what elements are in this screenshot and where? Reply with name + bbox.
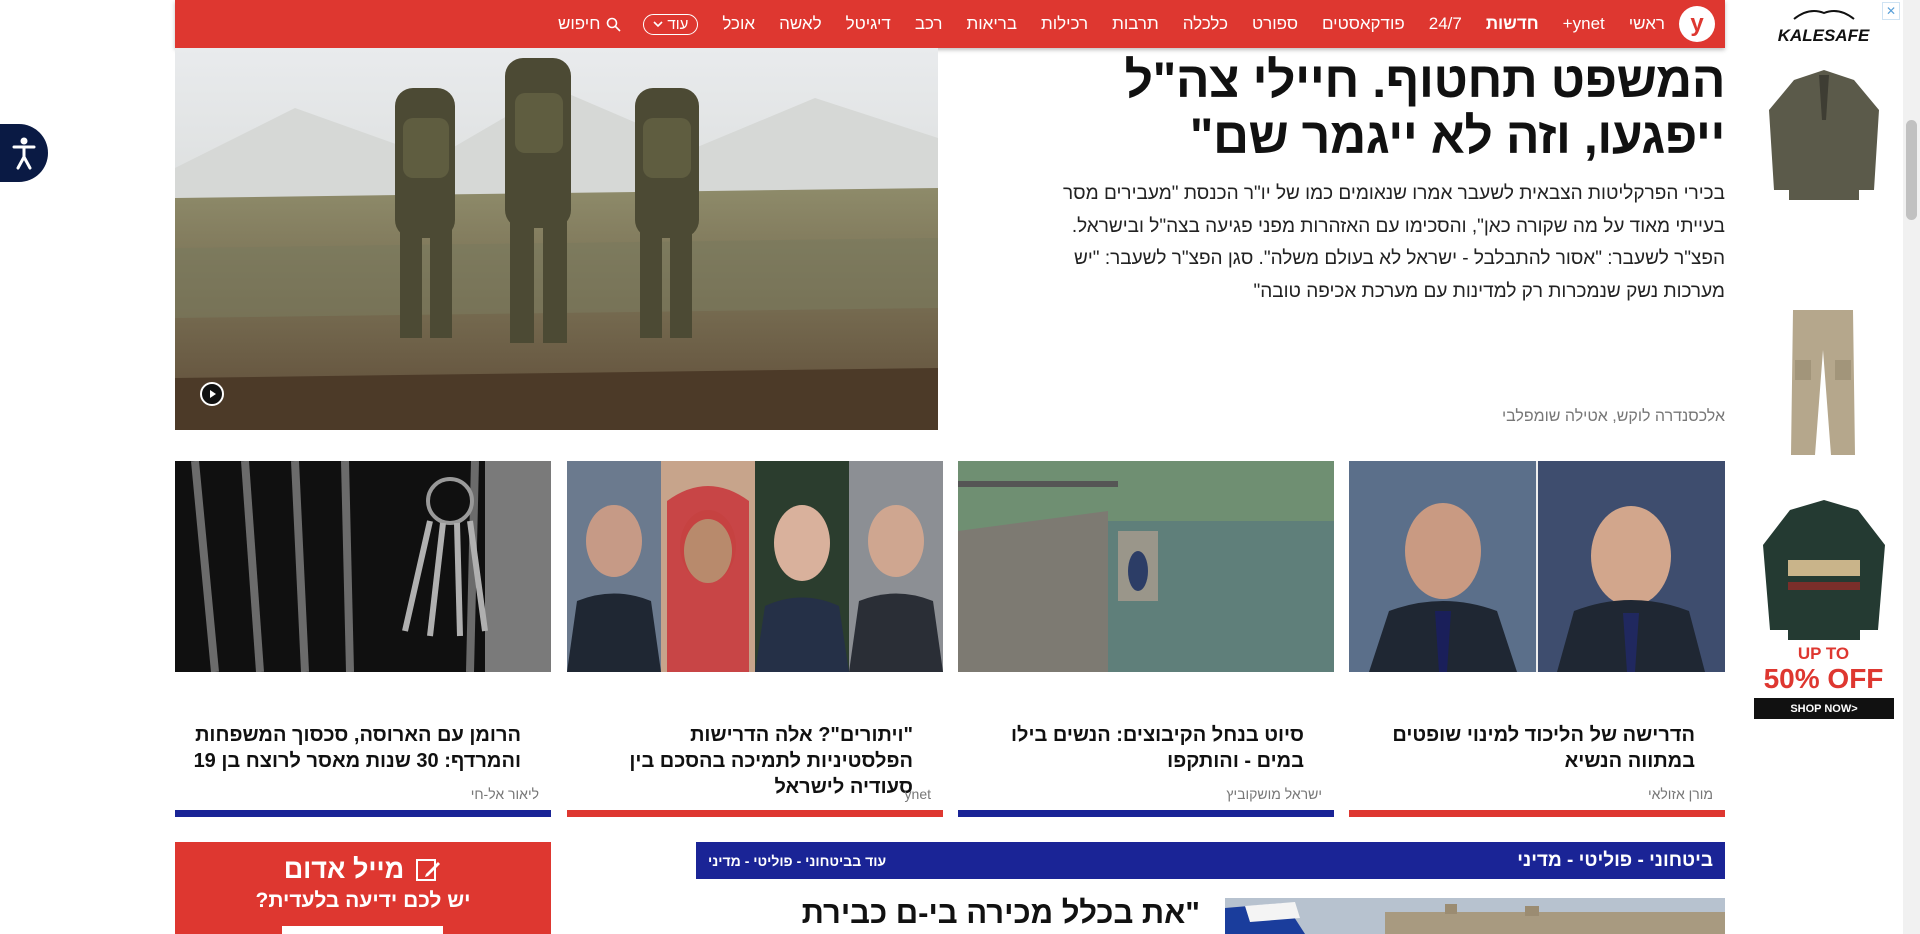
ad-banner[interactable]: ✕ KALESAFE UP TO 50% OFF SHOP NOW>	[1745, 0, 1902, 934]
article-card[interactable]: "ויתורים"? אלה הדרישות הפלסטיניות לתמיכה…	[567, 461, 943, 817]
card-title[interactable]: "ויתורים"? אלה הדרישות הפלסטיניות לתמיכה…	[579, 722, 913, 798]
card-accent-bar	[567, 810, 943, 817]
nav-item-digital[interactable]: דיגיטל	[846, 14, 891, 34]
card-title[interactable]: סיוט בנחל הקיבוצים: הנשים בילו במים - וה…	[970, 722, 1304, 774]
card-image	[567, 461, 943, 672]
card-author: ישראל מושקוביץ	[1226, 786, 1322, 802]
leaders-collage-photo	[567, 461, 943, 672]
nav-item-women[interactable]: לאשה	[779, 14, 822, 34]
edit-note-icon	[416, 858, 441, 881]
accessibility-icon	[12, 137, 36, 170]
nav-search-button[interactable]: חיפוש	[558, 14, 621, 34]
card-accent-bar	[958, 810, 1334, 817]
stream-photo	[958, 461, 1334, 672]
section-title[interactable]: ביטחוני - פוליטי - מדיני	[1517, 850, 1713, 872]
article-card[interactable]: סיוט בנחל הקיבוצים: הנשים בילו במים - וה…	[958, 461, 1334, 817]
ad-pants-image	[1791, 310, 1855, 455]
hero-image[interactable]	[175, 48, 938, 430]
ad-sweater-image	[1763, 500, 1885, 640]
ad-promo: UP TO 50% OFF	[1745, 644, 1902, 694]
nav-item-ynet-plus[interactable]: ynet+	[1563, 14, 1605, 34]
card-author: ליאור אל-חי	[470, 786, 539, 802]
section-more-link[interactable]: עוד בביטחוני - פוליטי - מדיני	[708, 853, 886, 869]
card-author: מורן אזולאי	[1647, 786, 1713, 802]
ynet-logo[interactable]: y	[1679, 6, 1715, 42]
ad-brand: KALESAFE	[1745, 6, 1902, 46]
nav-item-24-7[interactable]: 24/7	[1429, 14, 1462, 34]
hero-headline[interactable]: המשפט תחטוף. חיילי צה"ל ייפגעו, וזה לא י…	[1055, 52, 1726, 164]
scrollbar-thumb[interactable]	[1906, 120, 1917, 220]
nav-item-health[interactable]: בריאות	[966, 14, 1017, 34]
section-image[interactable]	[1225, 898, 1725, 934]
red-mail-button[interactable]	[282, 926, 443, 934]
nav-item-home[interactable]: ראשי	[1629, 14, 1665, 34]
red-mail-subtitle: יש לכם ידיעה בלעדית?	[255, 889, 471, 912]
ad-shop-now-button[interactable]: SHOP NOW>	[1754, 698, 1894, 719]
accessibility-button[interactable]	[0, 124, 48, 182]
ad-promo-line1: UP TO	[1797, 644, 1850, 663]
article-card[interactable]: הרומן עם הארוסה, סכסוך המשפחות והמרדף: 3…	[175, 461, 551, 817]
prison-keys-photo	[175, 461, 551, 672]
nav-item-news[interactable]: חדשות	[1486, 14, 1539, 34]
section-header: ביטחוני - פוליטי - מדיני עוד בביטחוני - …	[696, 842, 1725, 879]
hero-author: אלכסנדרה לוקש, אטילה שומפלבי	[1501, 408, 1725, 425]
nav-item-podcasts[interactable]: פודקאסטים	[1322, 14, 1405, 34]
card-title[interactable]: הרומן עם הארוסה, סכסוך המשפחות והמרדף: 3…	[187, 722, 521, 774]
hero-article: המשפט תחטוף. חיילי צה"ל ייפגעו, וזה לא י…	[1055, 52, 1725, 308]
ad-promo-line2: 50% OFF	[1763, 663, 1884, 694]
ad-brand-name: KALESAFE	[1777, 26, 1870, 45]
nav-item-cars[interactable]: רכב	[915, 14, 943, 34]
nav-item-gossip[interactable]: רכילות	[1041, 14, 1088, 34]
nav-item-food[interactable]: אוכל	[722, 14, 755, 34]
nav-more-button[interactable]: עוד	[643, 13, 699, 35]
card-accent-bar	[1349, 810, 1725, 817]
card-title[interactable]: הדרישה של הליכוד למינוי שופטים במתווה הנ…	[1361, 722, 1695, 774]
red-mail-box[interactable]: מייל אדום יש לכם ידיעה בלעדית?	[175, 842, 551, 934]
hero-subtitle[interactable]: בכירי הפרקליטות הצבאית לשעבר אמרו שנאומי…	[1055, 178, 1725, 308]
play-icon	[210, 390, 216, 398]
chevron-down-icon	[653, 21, 663, 28]
motorcycle-logo-icon	[1792, 10, 1855, 20]
video-play-button[interactable]	[200, 382, 224, 406]
red-mail-title-row: מייל אדום	[175, 854, 551, 885]
top-nav-bar: y ראשי ynet+ חדשות 24/7 פודקאסטים ספורט …	[175, 0, 1725, 48]
nav-item-economy[interactable]: כלכלה	[1183, 14, 1228, 34]
article-card[interactable]: הדרישה של הליכוד למינוי שופטים במתווה הנ…	[1349, 461, 1725, 817]
politicians-photo	[1349, 461, 1725, 672]
card-accent-bar	[175, 810, 551, 817]
ad-jacket-image	[1769, 70, 1879, 200]
section-headline[interactable]: "את בכלל מכירה בי-ם כבירת	[700, 895, 1200, 931]
soldiers-photo	[175, 48, 938, 430]
nav-more-label: עוד	[667, 15, 689, 33]
jerusalem-photo	[1225, 898, 1725, 934]
nav-item-culture[interactable]: תרבות	[1112, 14, 1159, 34]
nav-item-sport[interactable]: ספורט	[1252, 14, 1298, 34]
card-image	[958, 461, 1334, 672]
search-icon	[607, 17, 621, 32]
card-image	[175, 461, 551, 672]
card-image	[1349, 461, 1725, 672]
red-mail-title: מייל אדום	[283, 854, 405, 884]
nav-search-label: חיפוש	[557, 14, 601, 33]
